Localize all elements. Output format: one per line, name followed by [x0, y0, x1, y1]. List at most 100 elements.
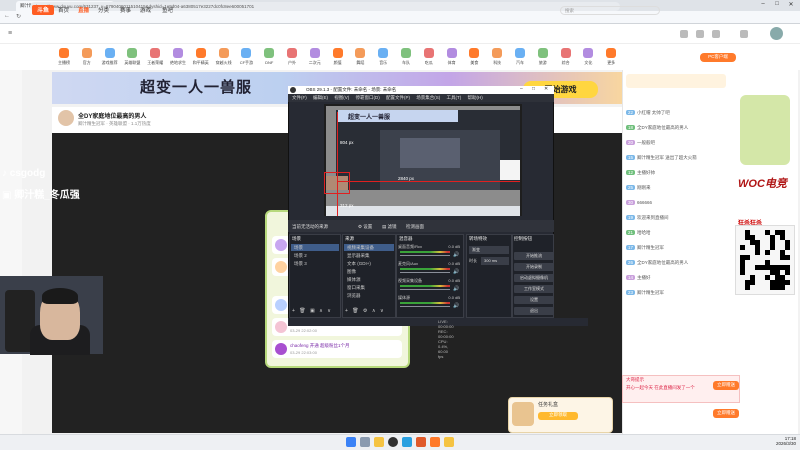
obs-maximize-icon[interactable]: □ — [532, 86, 535, 92]
category-item[interactable]: 绝地求生 — [166, 48, 190, 66]
nav-yuba[interactable]: 鱼吧 — [162, 6, 173, 14]
category-item[interactable]: DNF — [257, 48, 281, 65]
fan-level-badge[interactable]: 15 — [626, 155, 636, 160]
category-item[interactable]: 车队 — [394, 48, 418, 66]
category-item[interactable]: 科技 — [485, 48, 509, 66]
category-item[interactable]: 舞蹈 — [348, 48, 372, 66]
volume-slider[interactable] — [400, 306, 450, 307]
scene-controls[interactable]: + 🗑 ▣ ∧ ∨ — [292, 308, 331, 314]
source-item[interactable]: 显示器采集 — [344, 252, 394, 259]
volume-slider[interactable] — [400, 272, 450, 273]
studio-mode-button[interactable]: 工作室模式 — [514, 285, 554, 293]
interact-button[interactable]: 检测画面 — [406, 224, 424, 230]
menu-icon[interactable]: ≡ — [8, 30, 12, 37]
fan-level-badge[interactable]: 18 — [626, 125, 636, 130]
category-item[interactable]: 官方 — [75, 48, 99, 66]
maximize-icon[interactable]: □ — [770, 1, 784, 10]
category-item[interactable]: 综合 — [554, 48, 578, 66]
speaker-icon[interactable]: 🔊 — [453, 252, 459, 258]
obs-minimize-icon[interactable]: – — [520, 86, 523, 92]
obs-close-icon[interactable]: ✕ — [544, 86, 548, 92]
search-input[interactable]: 搜索 — [560, 6, 660, 15]
giftbox-claim-button[interactable]: 立即领取 — [538, 412, 578, 420]
category-item[interactable]: 吃瓜 — [417, 48, 441, 66]
category-item[interactable]: 穿越火线 — [212, 48, 236, 66]
nav-events[interactable]: 赛事 — [120, 6, 131, 14]
history-icon[interactable] — [680, 30, 688, 38]
category-item[interactable]: 和平精英 — [189, 48, 213, 66]
source-item[interactable]: 窗口采集 — [344, 284, 394, 291]
source-item[interactable]: 媒体源 — [344, 276, 394, 283]
scene-item[interactable]: 场景 2 — [291, 252, 339, 259]
scene-item[interactable]: 场景 3 — [291, 260, 339, 267]
fan-level-badge[interactable]: 12 — [626, 170, 636, 175]
explorer-icon[interactable] — [374, 437, 384, 447]
category-item[interactable]: 文化 — [576, 48, 600, 66]
minimize-icon[interactable]: – — [756, 1, 770, 10]
category-item[interactable]: CF手游 — [234, 48, 258, 66]
app-icon[interactable] — [444, 437, 454, 447]
nav-category[interactable]: 分类 — [98, 6, 109, 14]
source-controls[interactable]: + 🗑 ⚙ ∧ ∨ — [345, 308, 384, 314]
streamer-avatar[interactable] — [58, 110, 74, 126]
source-item[interactable]: 视频采集设备 — [344, 244, 394, 251]
category-item[interactable]: 王者荣耀 — [143, 48, 167, 66]
nav-home[interactable]: 首页 — [58, 6, 69, 14]
avatar[interactable] — [770, 27, 783, 40]
category-item[interactable]: 旅游 — [531, 48, 555, 66]
fan-level-badge[interactable]: 30 — [626, 200, 636, 205]
category-item[interactable]: 二次元 — [303, 48, 327, 66]
system-clock[interactable]: 17:18 2026/3/30 — [760, 436, 796, 446]
fan-level-badge[interactable]: 19 — [626, 215, 636, 220]
qr-code[interactable] — [735, 225, 795, 295]
category-item[interactable]: 美食 — [462, 48, 486, 66]
source-item[interactable]: 图像 — [344, 268, 394, 275]
speaker-icon[interactable]: 🔊 — [453, 303, 459, 309]
chat-top-banner[interactable] — [626, 74, 726, 88]
category-item[interactable]: 游戏推荐 — [98, 48, 122, 66]
site-logo[interactable]: 斗鱼 — [32, 5, 54, 15]
fan-level-badge[interactable]: 21 — [626, 230, 636, 235]
pc-client-button[interactable]: PC客户端 — [700, 53, 736, 62]
category-item[interactable]: 音乐 — [371, 48, 395, 66]
source-filters-button[interactable]: ▤ 滤镜 — [382, 224, 397, 230]
start-streaming-button[interactable]: 开始推流 — [514, 252, 554, 260]
category-item[interactable]: 户外 — [280, 48, 304, 66]
settings-button[interactable]: 设置 — [514, 296, 554, 304]
duration-input[interactable]: 300 ms — [481, 257, 509, 265]
source-item[interactable]: 文本 (GDI+) — [344, 260, 394, 267]
follow-icon[interactable] — [696, 30, 704, 38]
message-icon[interactable] — [740, 30, 748, 38]
start-recording-button[interactable]: 开始录制 — [514, 263, 554, 271]
fan-level-badge[interactable]: 26 — [626, 260, 636, 265]
back-icon[interactable]: ← — [4, 13, 10, 19]
source-settings-button[interactable]: ⚙ 设置 — [358, 224, 372, 230]
search-taskbar-icon[interactable] — [360, 437, 370, 447]
edge-icon[interactable] — [402, 437, 412, 447]
volume-slider[interactable] — [400, 289, 450, 290]
category-item[interactable]: 颜值 — [326, 48, 350, 66]
fan-level-badge[interactable]: 23 — [626, 290, 636, 295]
obs-taskbar-icon[interactable] — [388, 437, 398, 447]
fan-level-badge[interactable]: 14 — [626, 275, 636, 280]
fan-level-badge[interactable]: 17 — [626, 245, 636, 250]
obs-menu-bar[interactable]: 文件(F) 编辑(E) 视图(V) 停靠窗口(D) 配置文件(P) 场景集合(S… — [288, 94, 554, 102]
category-item[interactable]: 英雄联盟 — [120, 48, 144, 66]
douyu-icon[interactable] — [430, 437, 440, 447]
app-icon[interactable] — [416, 437, 426, 447]
category-item[interactable]: 汽车 — [508, 48, 532, 66]
category-item[interactable]: 主播榜 — [52, 48, 76, 66]
category-item[interactable]: 体育 — [440, 48, 464, 66]
exit-button[interactable]: 退出 — [514, 307, 554, 315]
download-icon[interactable] — [712, 30, 720, 38]
start-icon[interactable] — [346, 437, 356, 447]
url-input[interactable]: https://www.douyu.com/631237_v=679040601… — [30, 2, 620, 11]
send-gift-button[interactable]: 立即赠送 — [713, 409, 739, 418]
speaker-icon[interactable]: 🔊 — [453, 269, 459, 275]
send-gift-button[interactable]: 立即赠送 — [713, 381, 739, 390]
scene-item[interactable]: 场景 — [291, 244, 339, 251]
volume-slider[interactable] — [400, 255, 450, 256]
reload-icon[interactable]: ↻ — [16, 13, 21, 20]
virtual-camera-button[interactable]: 启动虚拟摄像机 — [514, 274, 554, 282]
category-item[interactable]: 更多 — [599, 48, 623, 66]
